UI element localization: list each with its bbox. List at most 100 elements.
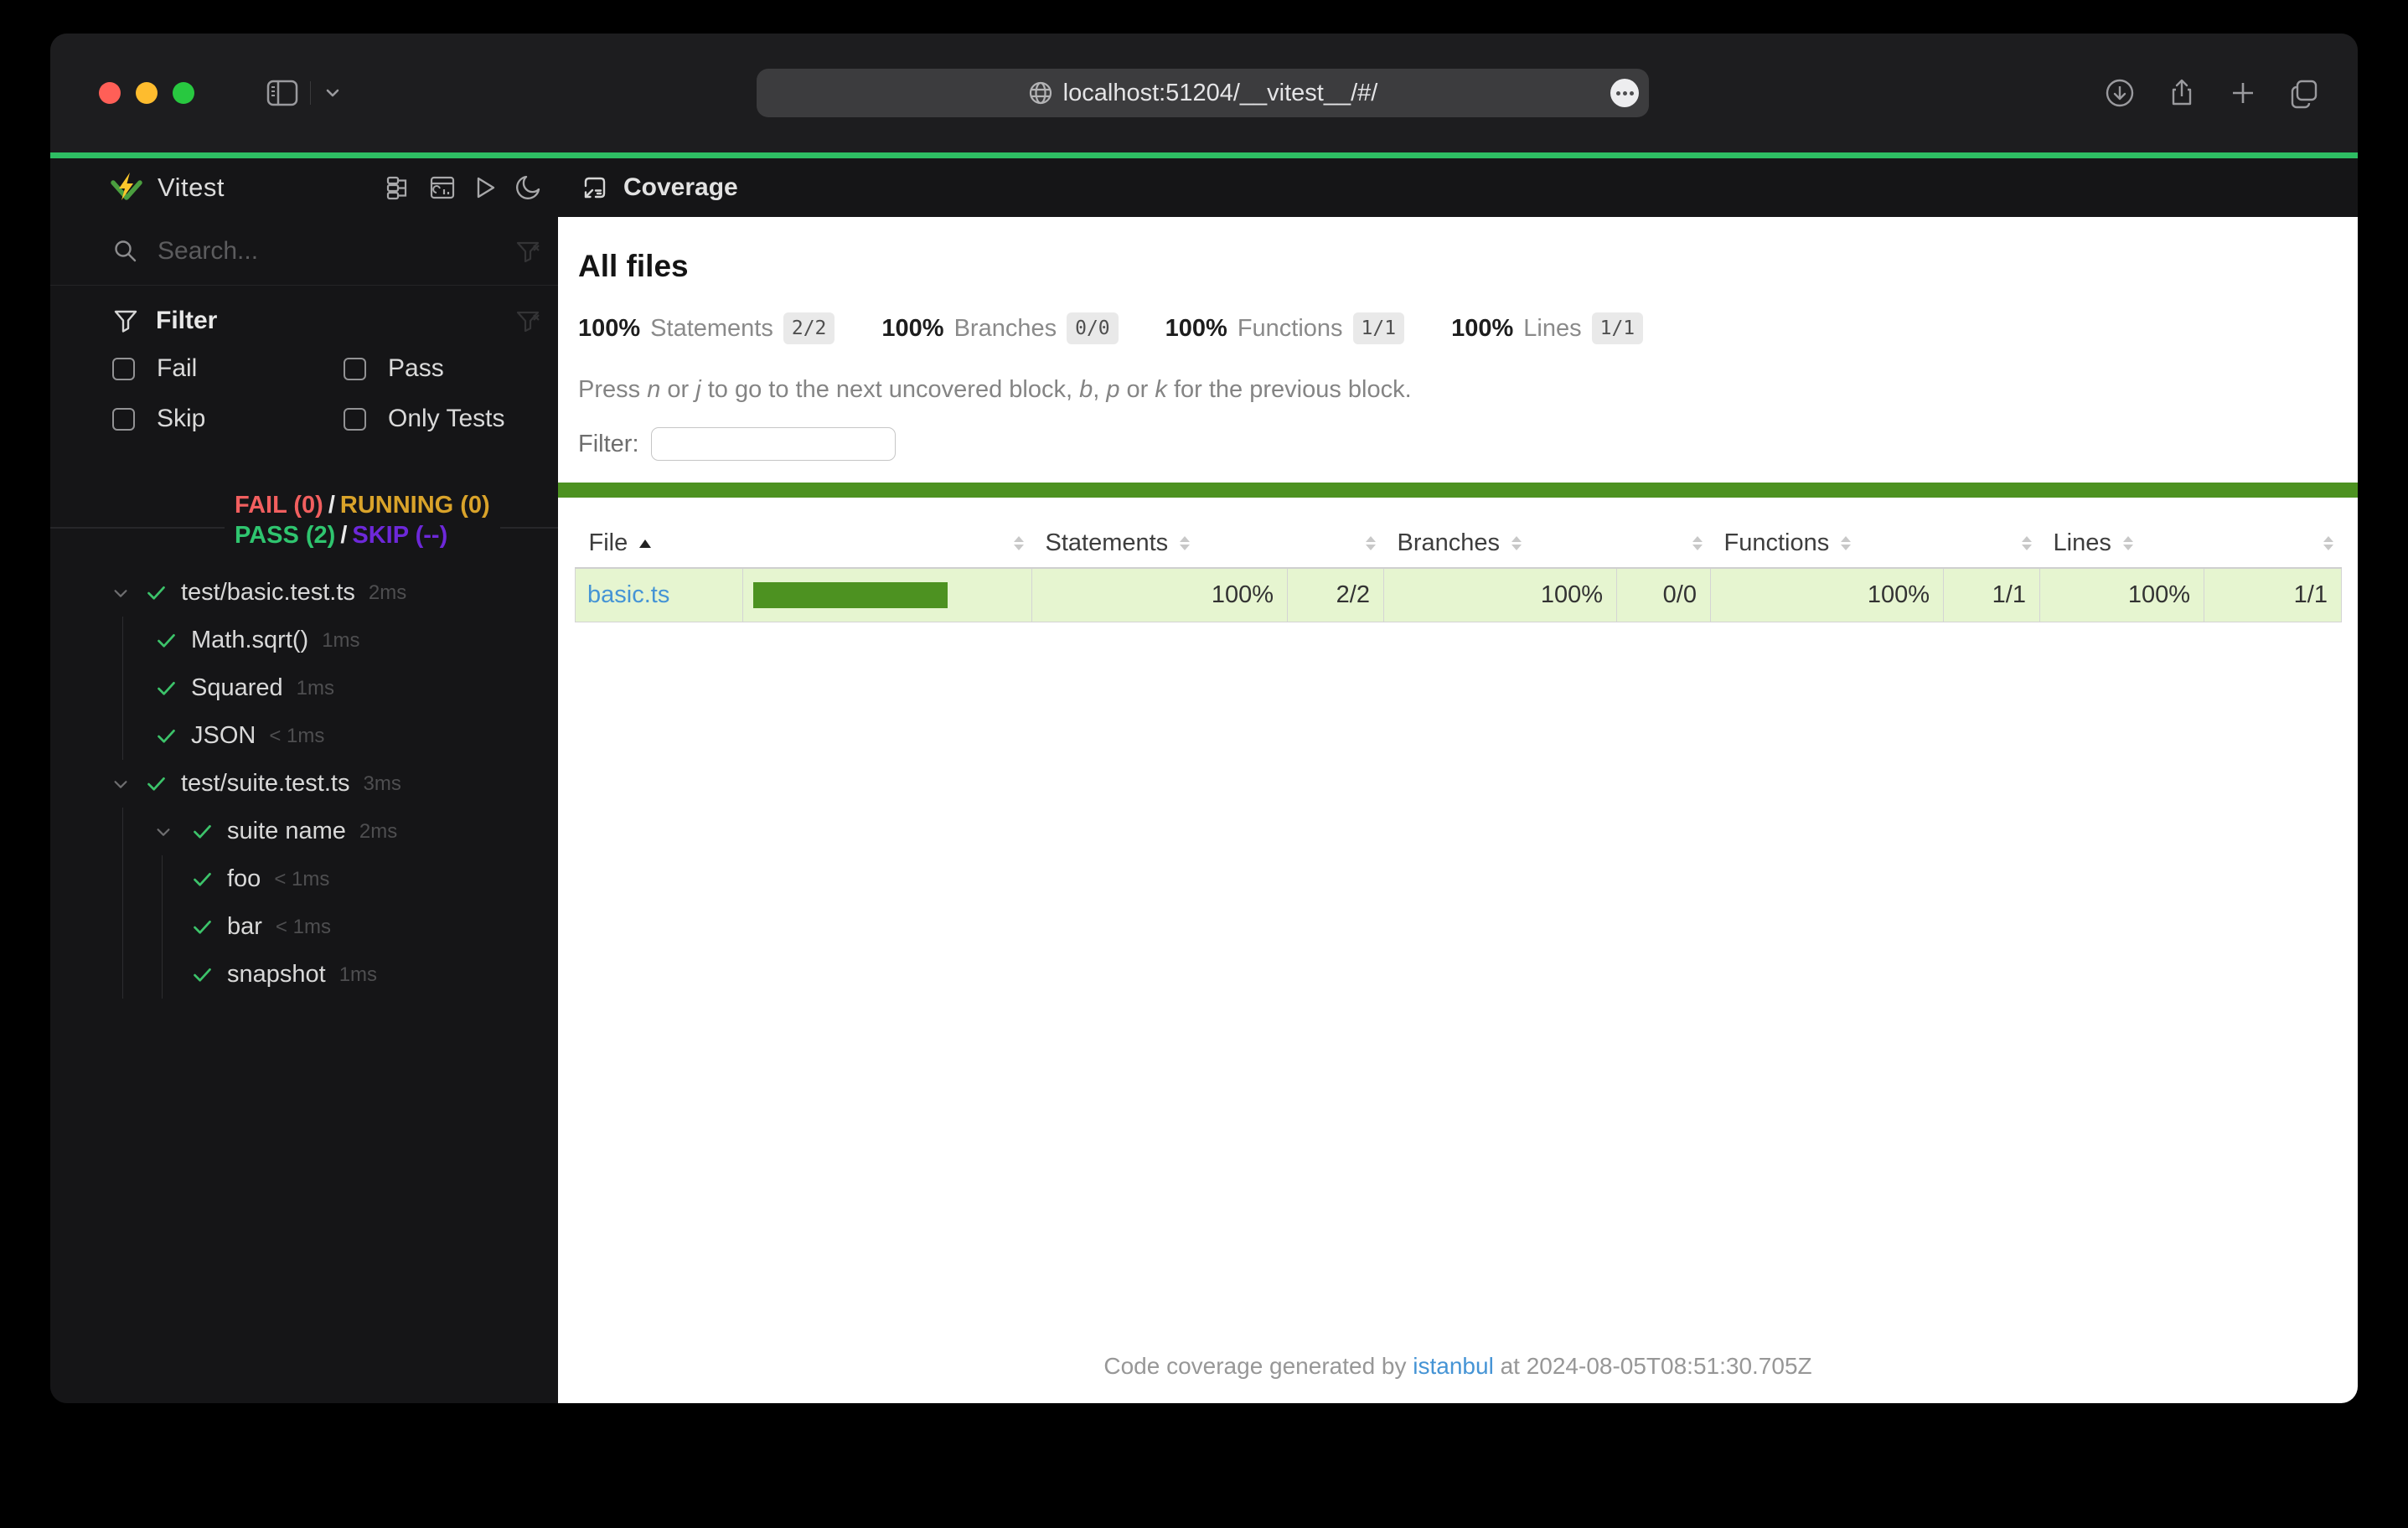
- tree-item-duration: 1ms: [322, 629, 359, 653]
- pass-check-icon: [145, 772, 168, 795]
- stat-lines: 100% Lines 1/1: [1451, 312, 1643, 344]
- sorter-icon[interactable]: [2123, 536, 2133, 550]
- stat-branches: 100% Branches 0/0: [881, 312, 1118, 344]
- filter-option-pass[interactable]: Pass: [344, 354, 541, 383]
- progress-accent-bar: [50, 152, 2358, 158]
- sorter-icon[interactable]: [1841, 536, 1851, 550]
- browser-toolbar: localhost:51204/__vitest__/#/: [50, 34, 2358, 152]
- tab-overview-icon[interactable]: [2287, 76, 2321, 110]
- tree-item-duration: 2ms: [359, 820, 397, 844]
- url-text: localhost:51204/__vitest__/#/: [1063, 80, 1378, 107]
- tree-item[interactable]: test/basic.test.ts2ms: [50, 569, 558, 617]
- statements-pct-cell: 100%: [1032, 568, 1288, 622]
- column-header-statements-raw[interactable]: [1288, 519, 1384, 568]
- column-header-lines[interactable]: Lines: [2040, 519, 2204, 568]
- fullscreen-window-button[interactable]: [173, 82, 194, 104]
- vitest-sidebar: Vitest: [50, 158, 558, 1403]
- tree-item[interactable]: test/suite.test.ts3ms: [50, 760, 558, 808]
- tree-view-icon[interactable]: [385, 174, 412, 201]
- tree-item-label: Squared: [191, 674, 283, 702]
- report-filter-row: Filter:: [558, 427, 2358, 461]
- run-all-icon[interactable]: [473, 175, 498, 200]
- sorter-icon[interactable]: [1511, 536, 1522, 550]
- filter-option-only-tests[interactable]: Only Tests: [344, 405, 541, 433]
- checkbox-pass[interactable]: [344, 358, 366, 380]
- tree-item[interactable]: suite name 2ms: [50, 808, 558, 855]
- sorter-icon[interactable]: [1366, 536, 1376, 550]
- search-bar[interactable]: Search...: [50, 217, 558, 286]
- report-filter-label: Filter:: [578, 431, 639, 458]
- column-header-functions-raw[interactable]: [1944, 519, 2040, 568]
- clear-search-filter-icon[interactable]: [514, 238, 541, 265]
- report-title: All files: [558, 249, 2358, 284]
- column-header-branches[interactable]: Branches: [1384, 519, 1617, 568]
- sorter-icon[interactable]: [1692, 536, 1703, 550]
- clear-filter-icon[interactable]: [514, 307, 541, 334]
- column-header-statements[interactable]: Statements: [1032, 519, 1288, 568]
- minimize-window-button[interactable]: [136, 82, 158, 104]
- close-window-button[interactable]: [99, 82, 121, 104]
- coverage-summary-stats: 100% Statements 2/2 100% Branches 0/0 10…: [558, 312, 2358, 344]
- skip-count: SKIP (--): [352, 522, 447, 549]
- tree-item-duration: 1ms: [339, 963, 377, 987]
- fail-count: FAIL (0): [235, 492, 323, 519]
- checkbox-skip[interactable]: [112, 408, 135, 431]
- search-input[interactable]: Search...: [158, 237, 496, 266]
- column-header-functions[interactable]: Functions: [1711, 519, 1944, 568]
- tree-item-label: test/suite.test.ts: [181, 770, 349, 798]
- tree-item-label: foo: [227, 865, 261, 893]
- tree-item[interactable]: foo< 1ms: [50, 855, 558, 903]
- filter-section: Filter Fail Pass: [50, 286, 558, 433]
- sorter-icon[interactable]: [2323, 536, 2333, 550]
- traffic-lights: [99, 34, 194, 152]
- downloads-icon[interactable]: [2103, 76, 2137, 110]
- chevron-down-icon[interactable]: [323, 83, 343, 103]
- coverage-table: File Statements: [575, 519, 2342, 622]
- filter-option-skip[interactable]: Skip: [112, 405, 344, 433]
- column-header-lines-raw[interactable]: [2204, 519, 2342, 568]
- lines-raw-cell: 1/1: [2204, 568, 2342, 622]
- tree-item-label: JSON: [191, 722, 256, 750]
- column-header-branches-raw[interactable]: [1617, 519, 1711, 568]
- test-status-summary: FAIL (0)/RUNNING (0) PASS (2)/SKIP (--): [50, 487, 558, 567]
- tree-item-label: suite name: [227, 818, 346, 845]
- checkbox-only-tests[interactable]: [344, 408, 366, 431]
- lines-pct-cell: 100%: [2040, 568, 2204, 622]
- address-bar[interactable]: localhost:51204/__vitest__/#/: [757, 69, 1649, 117]
- column-header-bar[interactable]: [743, 519, 1032, 568]
- new-tab-icon[interactable]: [2227, 77, 2259, 109]
- sorter-icon[interactable]: [1014, 536, 1024, 550]
- vitest-logo-icon: [109, 170, 144, 205]
- sort-asc-icon: [639, 539, 651, 548]
- tree-item-duration: 2ms: [369, 581, 406, 605]
- tree-item[interactable]: snapshot 1ms: [50, 951, 558, 999]
- branches-raw-cell: 0/0: [1617, 568, 1711, 622]
- file-link[interactable]: basic.ts: [587, 581, 669, 608]
- tree-item[interactable]: Math.sqrt()1ms: [50, 617, 558, 664]
- chevron-down-icon[interactable]: [111, 775, 130, 793]
- tree-item-label: bar: [227, 913, 262, 941]
- functions-pct-cell: 100%: [1711, 568, 1944, 622]
- report-filter-input[interactable]: [651, 427, 896, 461]
- chevron-down-icon[interactable]: [111, 584, 130, 602]
- filter-option-fail[interactable]: Fail: [112, 354, 344, 383]
- tree-item-label: snapshot: [227, 961, 326, 989]
- checkbox-fail[interactable]: [112, 358, 135, 380]
- chevron-down-icon[interactable]: [154, 823, 173, 841]
- tree-item[interactable]: JSON< 1ms: [50, 712, 558, 760]
- sorter-icon[interactable]: [2022, 536, 2032, 550]
- sorter-icon[interactable]: [1180, 536, 1190, 550]
- tree-item[interactable]: bar< 1ms: [50, 903, 558, 951]
- tree-item[interactable]: Squared1ms: [50, 664, 558, 712]
- stat-fraction-badge: 2/2: [783, 312, 835, 344]
- sidebar-toggle-icon[interactable]: [266, 80, 298, 106]
- page-menu-icon[interactable]: [1610, 79, 1639, 107]
- column-header-file[interactable]: File: [576, 519, 743, 568]
- dark-mode-icon[interactable]: [514, 174, 541, 201]
- share-icon[interactable]: [2165, 76, 2199, 110]
- dashboard-icon[interactable]: [429, 174, 456, 201]
- functions-raw-cell: 1/1: [1944, 568, 2040, 622]
- filter-icon: [112, 307, 139, 334]
- istanbul-link[interactable]: istanbul: [1413, 1353, 1494, 1379]
- filter-title: Filter: [156, 307, 217, 335]
